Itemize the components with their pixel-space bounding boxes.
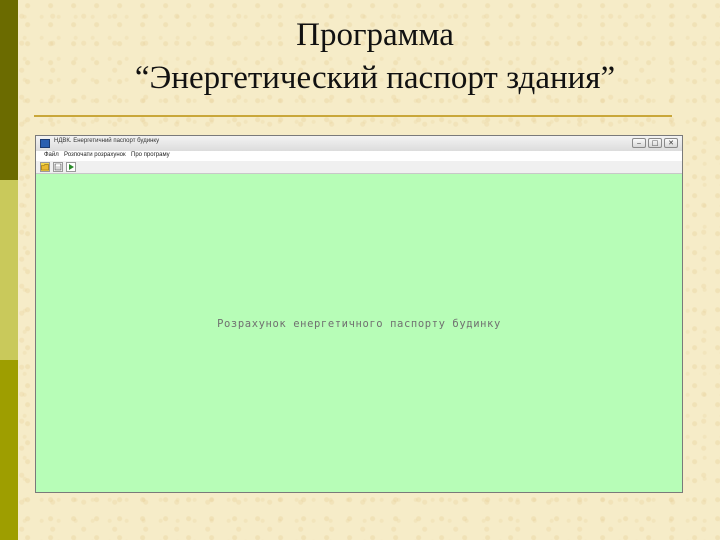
canvas-heading: Розрахунок енергетичного паспорту будинк… <box>217 318 501 330</box>
slide-title-line1: Программа <box>296 17 454 53</box>
menu-bar: Файл Розпочати розрахунок Про програму <box>36 151 682 161</box>
toolbar <box>36 161 682 174</box>
accent-segment-light <box>0 180 18 360</box>
minimize-button[interactable]: ‒ <box>632 138 646 148</box>
slide-title: Программа “Энергетический паспорт здания… <box>30 14 720 100</box>
menu-about[interactable]: Про програму <box>131 152 170 158</box>
accent-segment-mid <box>0 360 18 540</box>
main-canvas: Розрахунок енергетичного паспорту будинк… <box>36 174 682 492</box>
app-window: НДВК. Енергетичний паспорт будинку ‒ □ ✕… <box>35 135 683 493</box>
window-title: НДВК. Енергетичний паспорт будинку <box>54 138 160 144</box>
accent-segment-dark <box>0 0 18 180</box>
play-icon[interactable] <box>66 162 76 172</box>
menu-start-calculation[interactable]: Розпочати розрахунок <box>64 152 126 158</box>
menu-file[interactable]: Файл <box>44 152 59 158</box>
slide-title-line2: “Энергетический паспорт здания” <box>134 60 616 96</box>
app-icon <box>40 139 50 148</box>
close-button[interactable]: ✕ <box>664 138 678 148</box>
save-icon[interactable] <box>53 162 63 172</box>
window-titlebar[interactable]: НДВК. Енергетичний паспорт будинку ‒ □ ✕ <box>36 136 682 152</box>
slide-accent-bar <box>0 0 18 540</box>
title-divider <box>34 115 672 117</box>
open-folder-icon[interactable] <box>40 162 50 172</box>
maximize-button[interactable]: □ <box>648 138 662 148</box>
